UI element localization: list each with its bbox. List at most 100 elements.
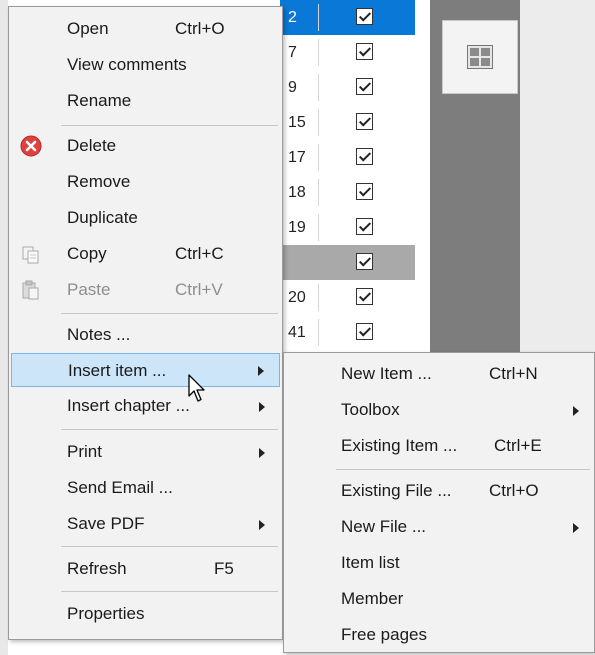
menu-separator <box>61 591 278 592</box>
table-row[interactable]: 20 <box>280 280 415 315</box>
row-checkbox[interactable] <box>356 323 373 340</box>
menu-item-remove[interactable]: Remove <box>9 165 282 199</box>
row-number: 17 <box>288 149 306 166</box>
view-mode-tile[interactable] <box>442 20 518 94</box>
table-row[interactable]: 9 <box>280 70 415 105</box>
table-row[interactable]: 41 <box>280 315 415 350</box>
insert-item-submenu: New Item ... Ctrl+N Toolbox Existing Ite… <box>283 352 595 653</box>
menu-item-notes[interactable]: Notes ... <box>9 318 282 352</box>
submenu-arrow-icon <box>259 448 265 458</box>
row-checkbox[interactable] <box>356 43 373 60</box>
menu-item-insert-item[interactable]: Insert item ... <box>11 353 280 387</box>
column-divider <box>318 109 319 136</box>
menu-item-label: Duplicate <box>67 208 138 227</box>
row-checkbox[interactable] <box>356 253 373 270</box>
table-row[interactable] <box>280 245 415 280</box>
submenu-item-free-pages[interactable]: Free pages <box>284 618 594 652</box>
left-edge-panel <box>0 0 8 655</box>
menu-item-label: Print <box>67 442 102 461</box>
table-row[interactable]: 18 <box>280 175 415 210</box>
menu-item-label: Existing Item ... <box>341 436 458 455</box>
row-checkbox[interactable] <box>356 8 373 25</box>
submenu-arrow-icon <box>259 402 265 412</box>
column-divider <box>318 74 319 101</box>
menu-item-label: Save PDF <box>67 514 145 533</box>
menu-item-label: Open <box>67 19 109 38</box>
row-number: 19 <box>288 219 306 236</box>
menu-item-copy[interactable]: Copy Ctrl+C <box>9 237 282 271</box>
column-divider <box>318 319 319 346</box>
menu-item-properties[interactable]: Properties <box>9 597 282 631</box>
row-checkbox[interactable] <box>356 113 373 130</box>
submenu-item-new-item[interactable]: New Item ... Ctrl+N <box>284 357 594 391</box>
row-checkbox[interactable] <box>356 78 373 95</box>
row-number <box>284 245 318 280</box>
menu-item-shortcut: Ctrl+E <box>494 436 542 455</box>
column-divider <box>318 214 319 241</box>
submenu-arrow-icon <box>573 523 579 533</box>
submenu-arrow-icon <box>573 406 579 416</box>
table-row[interactable]: 15 <box>280 105 415 140</box>
menu-item-print[interactable]: Print <box>9 435 282 469</box>
table-row[interactable]: 19 <box>280 210 415 245</box>
menu-item-rename[interactable]: Rename <box>9 84 282 118</box>
menu-separator <box>336 469 590 470</box>
submenu-arrow-icon <box>259 520 265 530</box>
table-row[interactable]: 2 <box>280 0 415 35</box>
row-number: 7 <box>288 44 297 61</box>
mouse-cursor-icon <box>188 374 205 402</box>
menu-item-view-comments[interactable]: View comments <box>9 48 282 82</box>
delete-icon <box>20 135 42 157</box>
submenu-item-existing-file[interactable]: Existing File ... Ctrl+O <box>284 474 594 508</box>
menu-item-refresh[interactable]: Refresh F5 <box>9 552 282 586</box>
menu-item-label: Copy <box>67 244 107 263</box>
menu-separator <box>61 125 278 126</box>
menu-item-label: Rename <box>67 91 132 110</box>
menu-item-label: Notes ... <box>67 325 131 344</box>
grid-view-icon <box>467 45 493 69</box>
row-number: 2 <box>288 9 297 26</box>
menu-item-shortcut: Ctrl+O <box>489 481 539 500</box>
context-menu: Open Ctrl+O View comments Rename Delete … <box>8 6 283 640</box>
row-checkbox[interactable] <box>356 218 373 235</box>
submenu-item-item-list[interactable]: Item list <box>284 546 594 580</box>
row-checkbox[interactable] <box>356 288 373 305</box>
menu-item-label: Send Email ... <box>67 478 173 497</box>
row-number: 20 <box>288 289 306 306</box>
menu-item-label: Item list <box>341 553 400 572</box>
menu-item-insert-chapter[interactable]: Insert chapter ... <box>9 389 282 423</box>
submenu-item-new-file[interactable]: New File ... <box>284 510 594 544</box>
submenu-arrow-icon <box>258 366 264 376</box>
menu-item-label: Properties <box>67 604 145 623</box>
menu-item-label: Paste <box>67 280 111 299</box>
menu-item-label: Existing File ... <box>341 481 452 500</box>
row-checkbox[interactable] <box>356 183 373 200</box>
table-row[interactable]: 7 <box>280 35 415 70</box>
menu-item-save-pdf[interactable]: Save PDF <box>9 507 282 541</box>
menu-item-shortcut: F5 <box>214 559 234 578</box>
menu-item-send-email[interactable]: Send Email ... <box>9 471 282 505</box>
menu-item-label: Delete <box>67 136 117 155</box>
menu-item-open[interactable]: Open Ctrl+O <box>9 12 282 46</box>
column-divider <box>318 39 319 66</box>
items-grid[interactable]: 2 7 9 15 17 18 19 20 41 <box>280 0 415 360</box>
submenu-item-toolbox[interactable]: Toolbox <box>284 393 594 427</box>
menu-item-delete[interactable]: Delete <box>9 129 282 163</box>
menu-item-label: Refresh <box>67 559 127 578</box>
table-row[interactable]: 17 <box>280 140 415 175</box>
menu-item-label: Insert chapter ... <box>67 396 190 415</box>
column-divider <box>318 4 319 31</box>
preview-panel-light <box>520 0 595 360</box>
menu-item-duplicate[interactable]: Duplicate <box>9 201 282 235</box>
menu-item-shortcut: Ctrl+C <box>175 244 224 263</box>
submenu-item-member[interactable]: Member <box>284 582 594 616</box>
menu-item-label: Insert item ... <box>68 361 167 380</box>
menu-item-paste[interactable]: Paste Ctrl+V <box>9 273 282 307</box>
menu-item-shortcut: Ctrl+V <box>175 280 223 299</box>
column-divider <box>318 284 319 311</box>
menu-item-label: Member <box>341 589 404 608</box>
row-checkbox[interactable] <box>356 148 373 165</box>
submenu-item-existing-item[interactable]: Existing Item ... Ctrl+E <box>284 429 594 463</box>
row-number: 41 <box>288 324 306 341</box>
menu-separator <box>61 313 278 314</box>
